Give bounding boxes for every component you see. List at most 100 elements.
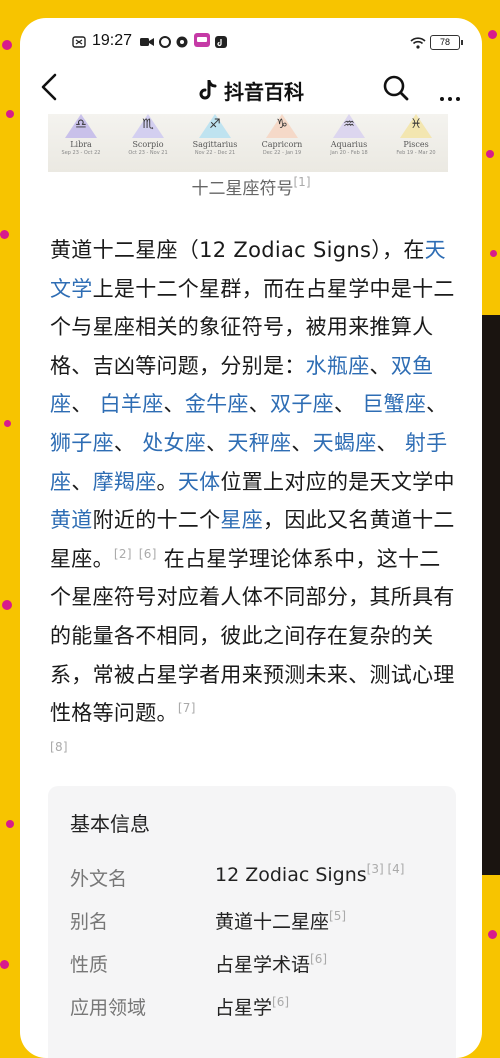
info-row: 性质 占星学术语[6] [70, 950, 450, 980]
separator: 、 [248, 392, 271, 417]
zodiac-name: Sagittarius [192, 140, 238, 149]
separator: 、 [291, 430, 313, 455]
separator: 、 [113, 430, 136, 455]
zodiac-name: Pisces [403, 140, 429, 149]
paragraph-text: 黄道十二星座（12 Zodiac Signs），在 [50, 238, 425, 262]
end-punctuation: 。 [156, 469, 178, 494]
settings-app-icon [176, 34, 188, 52]
citation-ref[interactable]: [6] [310, 952, 327, 966]
link-sign[interactable]: 白羊座 [100, 392, 164, 416]
page-title-text: 抖音百科 [224, 80, 304, 104]
link-sign[interactable]: 狮子座 [50, 431, 114, 455]
search-button[interactable] [382, 74, 410, 106]
douyin-status-icon [215, 34, 227, 52]
background-dot [488, 930, 497, 939]
zodiac-dates: Nov 22 - Dec 21 [194, 150, 236, 156]
zodiac-item: ♐ Sagittarius Nov 22 - Dec 21 [182, 114, 248, 156]
separator: 、 [163, 392, 185, 417]
nav-bar: 抖音百科 [20, 66, 482, 110]
zodiac-dates: Sep 23 - Oct 22 [61, 150, 101, 156]
info-value-text: 12 Zodiac Signs [215, 864, 367, 886]
article-paragraph: 黄道十二星座（12 Zodiac Signs），在天文学上是十二个星群，而在占星… [50, 231, 456, 771]
separator: 、 [369, 353, 391, 378]
info-value-text: 黄道十二星座 [215, 911, 330, 933]
citation-ref[interactable]: [3] [4] [367, 862, 405, 876]
background-dot [6, 110, 14, 118]
info-row: 应用领域 占星学[6] [70, 993, 450, 1023]
zodiac-symbols-image: ♎ Libra Sep 23 - Oct 22 ♏ Scorpio Oct 23… [48, 114, 448, 172]
background-dot [6, 820, 14, 828]
link-celestial-body[interactable]: 天体 [178, 470, 221, 494]
info-key: 别名 [70, 911, 109, 933]
app-badge-icon [194, 33, 210, 51]
separator: 、 [206, 430, 228, 455]
info-value: 黄道十二星座[5] [215, 907, 346, 934]
link-sign[interactable]: 金牛座 [185, 392, 249, 416]
pisces-icon: ♓ [410, 117, 422, 132]
status-time: 19:27 [92, 32, 133, 49]
page-title: 抖音百科 [20, 76, 482, 107]
link-sign[interactable]: 巨蟹座 [362, 392, 426, 416]
zodiac-name: Libra [70, 140, 92, 149]
libra-icon: ♎ [75, 117, 87, 132]
citation-ref[interactable]: [6] [272, 995, 289, 1009]
zodiac-dates: Dec 22 - Jan 19 [262, 150, 302, 156]
link-sign[interactable]: 天秤座 [227, 431, 291, 455]
link-sign[interactable]: 天蝎座 [313, 431, 377, 455]
info-value: 占星学术语[6] [215, 950, 327, 977]
info-value-text: 占星学术语 [215, 954, 311, 976]
link-ecliptic[interactable]: 黄道 [50, 508, 93, 532]
zodiac-item: ♒ Aquarius Jan 20 - Feb 18 [316, 114, 382, 156]
info-key: 外文名 [70, 868, 128, 890]
link-sign[interactable]: 摩羯座 [93, 470, 157, 494]
link-sign[interactable]: 水瓶座 [306, 354, 370, 378]
zodiac-item: ♏ Scorpio Oct 23 - Nov 21 [115, 114, 181, 156]
info-key: 应用领域 [70, 997, 147, 1019]
separator: 、 [71, 392, 93, 417]
video-icon [140, 34, 154, 52]
background-dot [2, 40, 12, 50]
zodiac-dates: Jan 20 - Feb 18 [330, 150, 368, 156]
citation-ref[interactable]: [7] [178, 701, 196, 715]
paragraph-text: 在占星学理论体系中，这十二个星座符号对应着人体不同部分，其所具有的能量各不相同，… [50, 546, 455, 726]
info-value: 12 Zodiac Signs[3] [4] [215, 862, 405, 886]
link-constellation[interactable]: 星座 [220, 508, 263, 532]
paragraph-text: 位置上对应的是天文学中 [220, 469, 455, 494]
zodiac-item: ♓ Pisces Feb 19 - Mar 20 [383, 114, 449, 156]
scorpio-icon: ♏ [142, 117, 154, 132]
citation-ref[interactable]: [8] [50, 740, 68, 754]
status-bar: 19:27 78 [20, 18, 482, 58]
info-row: 外文名 12 Zodiac Signs[3] [4] [70, 862, 450, 894]
citation-ref[interactable]: [2] [114, 547, 132, 561]
separator: 、 [71, 469, 93, 494]
zodiac-item: ♎ Libra Sep 23 - Oct 22 [48, 114, 114, 156]
info-row: 别名 黄道十二星座[5] [70, 907, 450, 937]
caption-text: 十二星座符号 [191, 179, 294, 199]
citation-ref[interactable]: [6] [139, 547, 157, 561]
background-dot [486, 150, 494, 158]
link-sign[interactable]: 双子座 [270, 392, 334, 416]
link-sign[interactable]: 处女座 [142, 431, 206, 455]
nfc-icon [72, 34, 86, 52]
background-dot [0, 960, 9, 969]
citation-ref[interactable]: [1] [294, 175, 311, 189]
more-button[interactable] [438, 86, 462, 105]
zodiac-dates: Feb 19 - Mar 20 [396, 150, 436, 156]
separator: 、 [333, 392, 356, 417]
basic-info-card: 基本信息 外文名 12 Zodiac Signs[3] [4] 别名 黄道十二星… [48, 786, 456, 1058]
background-dot [0, 230, 9, 239]
zodiac-item: ♑ Capricorn Dec 22 - Jan 19 [249, 114, 315, 156]
douyin-logo-icon [198, 79, 218, 107]
background-dot [490, 250, 497, 257]
background-dot [488, 30, 497, 39]
zodiac-name: Aquarius [330, 140, 368, 149]
circle-app-icon [159, 34, 171, 52]
zodiac-name: Scorpio [132, 140, 164, 149]
separator: 、 [376, 430, 398, 455]
battery-indicator: 78 [430, 35, 463, 50]
paragraph-text: 附近的十二个 [92, 508, 221, 533]
image-caption: 十二星座符号[1] [20, 174, 482, 199]
zodiac-dates: Oct 23 - Nov 21 [128, 150, 168, 156]
citation-ref[interactable]: [5] [329, 909, 346, 923]
zodiac-name: Capricorn [261, 140, 303, 149]
